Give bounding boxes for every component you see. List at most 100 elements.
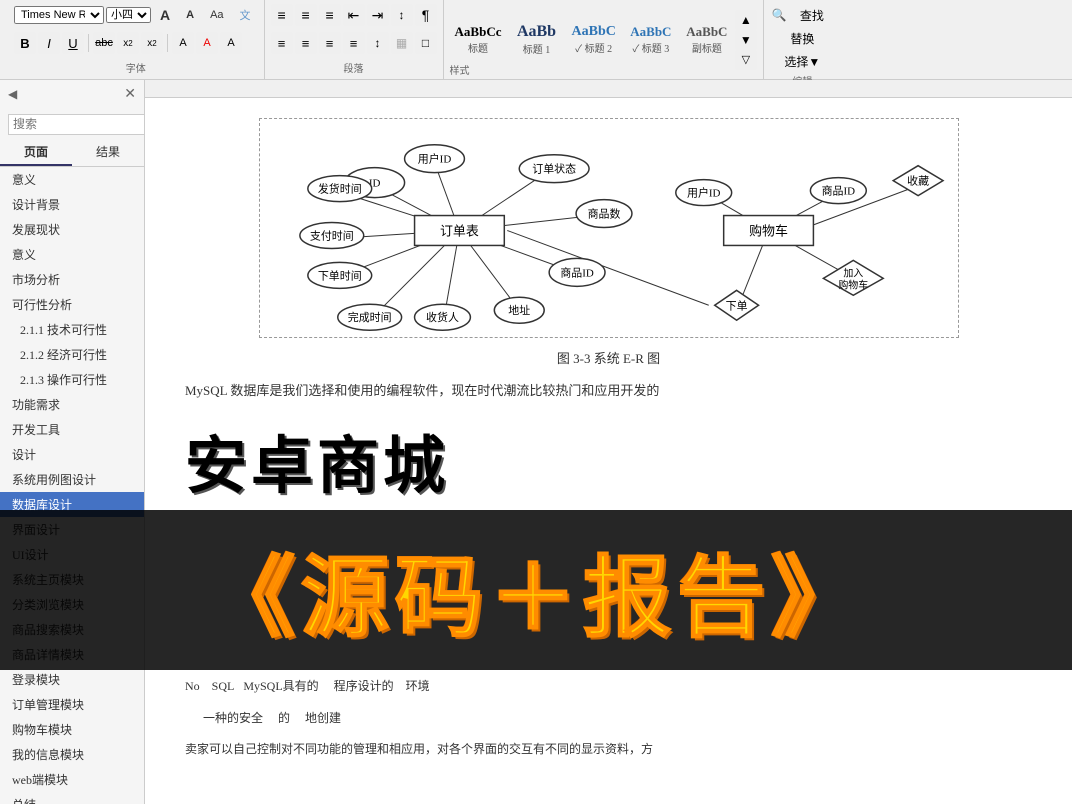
anzhuo-overlay: 安卓商城 — [145, 415, 1072, 505]
para-group-label: 段落 — [344, 60, 364, 75]
underline-btn[interactable]: U — [62, 32, 84, 54]
svg-text:地址: 地址 — [508, 303, 530, 317]
strikethrough-btn[interactable]: abc — [93, 32, 115, 54]
sidebar: ◀ ✕ 🔍 页面 结果 意义设计背景发展现状意义市场分析可行性分析2.1.1 技… — [0, 80, 145, 804]
nav-item[interactable]: 市场分析 — [0, 267, 144, 292]
er-diagram: 订单表 购物车 ID 用户ID 订单状态 商品数 商品ID 地址 收货人 — [259, 118, 959, 338]
nav-item[interactable]: 2.1.3 操作可行性 — [0, 367, 144, 392]
svg-text:下单时间: 下单时间 — [317, 269, 361, 282]
highlight-btn[interactable]: A — [172, 32, 194, 54]
font-size-select[interactable]: 小四 — [106, 7, 151, 23]
svg-text:收货人: 收货人 — [426, 310, 459, 324]
paragraph2[interactable]: No SQL MySQL具有的 程序设计的 环境 — [185, 676, 1032, 698]
paragraph1[interactable]: MySQL 数据库是我们选择和使用的编程软件，现在时代潮流比较热门和应用开发的 — [185, 379, 1032, 402]
font-row2: B I U abc x2 x2 A A A — [14, 32, 242, 54]
sidebar-header: ◀ ✕ — [0, 80, 144, 109]
nav-item[interactable]: 系统用例图设计 — [0, 467, 144, 492]
tab-pages[interactable]: 页面 — [0, 139, 72, 166]
find-btn[interactable]: 查找 — [791, 4, 833, 27]
svg-text:购物车: 购物车 — [749, 223, 788, 238]
line-spacing-btn[interactable]: ↕ — [367, 32, 389, 54]
sidebar-search-input[interactable] — [8, 114, 145, 135]
nav-item[interactable]: 可行性分析 — [0, 292, 144, 317]
nav-item[interactable]: 2.1.1 技术可行性 — [0, 317, 144, 342]
nav-item[interactable]: 意义 — [0, 242, 144, 267]
superscript-btn[interactable]: x2 — [141, 32, 163, 54]
paragraph4[interactable]: 卖家可以自己控制对不同功能的管理和相应用，对各个界面的交互有不同的显示资料，方 — [185, 739, 1032, 761]
font-grow-btn[interactable]: A — [153, 4, 177, 26]
style-h1[interactable]: AaBb 标题 1 — [511, 20, 563, 59]
nav-item[interactable]: 发展现状 — [0, 217, 144, 242]
sidebar-close-btn[interactable]: ✕ — [124, 86, 136, 103]
doc-area[interactable]: 订单表 购物车 ID 用户ID 订单状态 商品数 商品ID 地址 收货人 — [145, 98, 1072, 432]
svg-text:加入: 加入 — [843, 267, 863, 279]
svg-text:商品数: 商品数 — [587, 207, 620, 221]
nav-item[interactable]: 总结 — [0, 792, 144, 804]
sidebar-collapse-btn[interactable]: ◀ — [8, 87, 17, 102]
shading-btn[interactable]: ▦ — [391, 32, 413, 54]
ruler — [145, 80, 1072, 98]
bold-btn[interactable]: B — [14, 32, 36, 54]
font-group: Times New R... 小四 A A Aa 文 B I U abc x2 … — [8, 0, 265, 79]
svg-text:发货时间: 发货时间 — [317, 182, 361, 196]
font-special-btn[interactable]: 文 — [233, 4, 258, 26]
subscript-btn[interactable]: x2 — [117, 32, 139, 54]
styles-group: AaBbCc 标题 AaBb 标题 1 AaBbC ✓ 标题 2 AaBbC ✓… — [444, 0, 764, 79]
nav-item[interactable]: 开发工具 — [0, 417, 144, 442]
font-color-btn[interactable]: A — [196, 32, 218, 54]
increase-indent-btn[interactable]: ⇥ — [367, 4, 389, 26]
font-family-select[interactable]: Times New R... — [14, 6, 104, 24]
numbering-btn[interactable]: ≡ — [295, 4, 317, 26]
nav-item[interactable]: 设计背景 — [0, 192, 144, 217]
nav-item[interactable]: web端模块 — [0, 767, 144, 792]
svg-text:下单: 下单 — [725, 299, 747, 312]
nav-item[interactable]: 购物车模块 — [0, 717, 144, 742]
svg-text:商品ID: 商品ID — [821, 184, 855, 198]
nav-item[interactable]: 登录模块 — [0, 667, 144, 692]
nav-item[interactable]: 设计 — [0, 442, 144, 467]
svg-text:收藏: 收藏 — [907, 174, 929, 188]
replace-btn[interactable]: 替换 — [772, 27, 833, 50]
nav-item[interactable]: 2.1.2 经济可行性 — [0, 342, 144, 367]
para-row2: ≡ ≡ ≡ ≡ ↕ ▦ □ — [271, 32, 437, 54]
tab-results[interactable]: 结果 — [72, 139, 144, 166]
svg-text:购物车: 购物车 — [838, 278, 868, 291]
styles-scroll-up[interactable]: ▲ — [735, 10, 757, 30]
anzhuo-text: 安卓商城 — [185, 415, 449, 505]
align-center-btn[interactable]: ≡ — [295, 32, 317, 54]
paragraph-group: ≡ ≡ ≡ ⇤ ⇥ ↕ ¶ ≡ ≡ ≡ ≡ ↕ ▦ □ 段落 — [265, 0, 444, 79]
styles-group-label: 样式 — [450, 62, 470, 77]
style-h3[interactable]: AaBbC ✓ 标题 3 — [625, 21, 677, 58]
align-left-btn[interactable]: ≡ — [271, 32, 293, 54]
decrease-indent-btn[interactable]: ⇤ — [343, 4, 365, 26]
bottom-content: No SQL MySQL具有的 程序设计的 环境 一种的安全 的 地创建 卖家可… — [145, 668, 1072, 804]
style-normal[interactable]: AaBbCc 标题 — [450, 21, 507, 58]
sidebar-tabs: 页面 结果 — [0, 139, 144, 167]
styles-scroll-down[interactable]: ▼ — [735, 30, 757, 50]
svg-text:订单表: 订单表 — [439, 223, 478, 238]
para-row1: ≡ ≡ ≡ ⇤ ⇥ ↕ ¶ — [271, 4, 437, 26]
multilevel-btn[interactable]: ≡ — [319, 4, 341, 26]
style-subtitle[interactable]: AaBbC 副标题 — [681, 21, 733, 58]
styles-more[interactable]: ▽ — [735, 50, 757, 70]
nav-item[interactable]: 我的信息模块 — [0, 742, 144, 767]
nav-item[interactable]: 功能需求 — [0, 392, 144, 417]
svg-text:订单状态: 订单状态 — [532, 162, 576, 176]
show-marks-btn[interactable]: ¶ — [415, 4, 437, 26]
align-right-btn[interactable]: ≡ — [319, 32, 341, 54]
nav-item[interactable]: 意义 — [0, 167, 144, 192]
font-shrink-btn[interactable]: A — [179, 6, 201, 24]
borders-btn[interactable]: □ — [415, 32, 437, 54]
paragraph3[interactable]: 一种的安全 的 地创建 — [185, 708, 1032, 730]
svg-text:支付时间: 支付时间 — [309, 229, 353, 242]
bullets-btn[interactable]: ≡ — [271, 4, 293, 26]
justify-btn[interactable]: ≡ — [343, 32, 365, 54]
sort-btn[interactable]: ↕ — [391, 4, 413, 26]
sidebar-search-box: 🔍 — [0, 109, 144, 139]
select-btn[interactable]: 选择▼ — [772, 50, 833, 73]
italic-btn[interactable]: I — [38, 32, 60, 54]
font-case-btn[interactable]: Aa — [203, 6, 230, 24]
style-h2[interactable]: AaBbC ✓ 标题 2 — [567, 21, 621, 58]
nav-item[interactable]: 订单管理模块 — [0, 692, 144, 717]
clear-format-btn[interactable]: A — [220, 32, 242, 54]
